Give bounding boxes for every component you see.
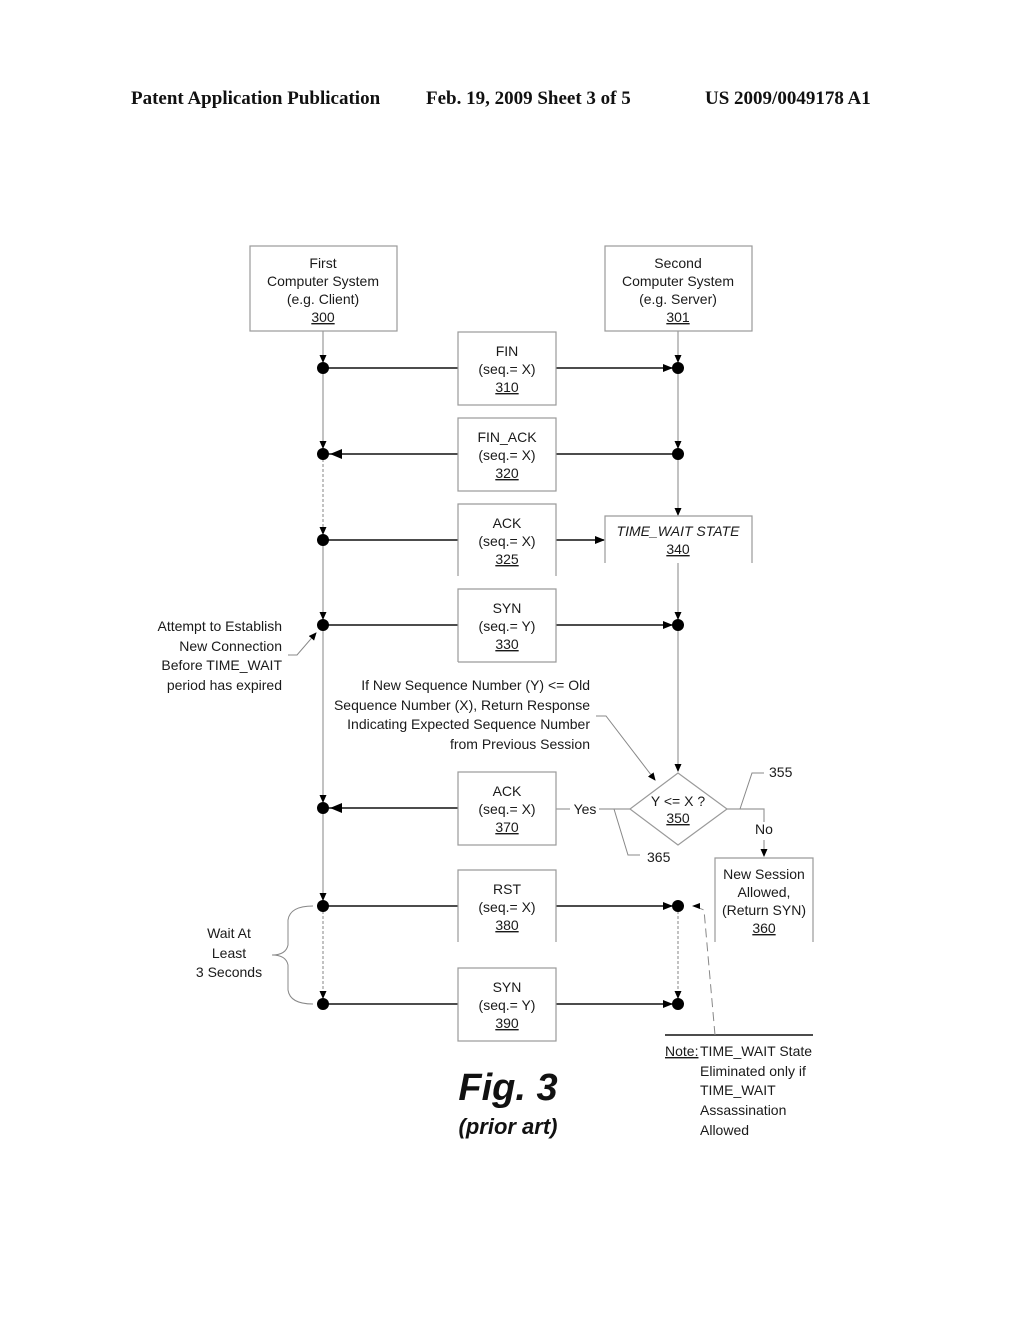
ack-seq: (seq.= X) — [478, 533, 535, 549]
figure-title: Fig. 3 — [458, 1067, 557, 1109]
decision-diamond-350: Y <= X ? 350 — [629, 772, 729, 846]
condition-line-3: Indicating Expected Sequence Number — [347, 716, 590, 732]
ack2-ref: 370 — [495, 819, 519, 835]
sequence-diagram: First Computer System (e.g. Client) 300 … — [157, 245, 814, 1139]
message-ack-370: ACK (seq.= X) 370 — [329, 771, 557, 846]
new-session-line-3: (Return SYN) — [722, 902, 806, 918]
condition-line-4: from Previous Session — [450, 736, 590, 752]
message-syn-390: SYN (seq.= Y) 390 — [323, 967, 673, 1042]
ack-label: ACK — [493, 515, 522, 531]
note-line-1: TIME_WAIT State — [700, 1043, 812, 1059]
client-node — [317, 448, 329, 460]
note-line-5: Allowed — [700, 1122, 749, 1138]
server-node — [672, 900, 684, 912]
message-rst-380: RST (seq.= X) 380 — [323, 869, 673, 942]
rst-seq: (seq.= X) — [478, 899, 535, 915]
yes-label: Yes — [574, 801, 597, 817]
attempt-line-3: Before TIME_WAIT — [161, 657, 282, 673]
condition-line-2: Sequence Number (X), Return Response — [334, 697, 590, 713]
rst-ref: 380 — [495, 917, 519, 933]
client-line-1: First — [309, 255, 336, 271]
ack2-label: ACK — [493, 783, 522, 799]
server-system-box: Second Computer System (e.g. Server) 301 — [604, 245, 753, 332]
new-session-ref: 360 — [752, 920, 776, 936]
server-ref: 301 — [666, 309, 690, 325]
time-wait-label: TIME_WAIT STATE — [617, 523, 741, 539]
client-line-2: Computer System — [267, 273, 379, 289]
note-line-3: TIME_WAIT — [700, 1082, 776, 1098]
server-line-3: (e.g. Server) — [639, 291, 717, 307]
fin-label: FIN — [496, 343, 519, 359]
server-line-1: Second — [654, 255, 701, 271]
time-wait-ref: 340 — [666, 541, 690, 557]
attempt-annotation: Attempt to Establish New Connection Befo… — [157, 618, 317, 693]
syn2-ref: 390 — [495, 1015, 519, 1031]
note-line-4: Assassination — [700, 1102, 786, 1118]
ref-365: 365 — [647, 849, 671, 865]
syn2-seq: (seq.= Y) — [479, 997, 536, 1013]
new-session-line-1: New Session — [723, 866, 805, 882]
syn2-label: SYN — [493, 979, 522, 995]
syn-label: SYN — [493, 600, 522, 616]
attempt-line-4: period has expired — [167, 677, 282, 693]
syn-seq: (seq.= Y) — [479, 618, 536, 634]
client-line-3: (e.g. Client) — [287, 291, 359, 307]
server-node — [672, 362, 684, 374]
rst-label: RST — [493, 881, 521, 897]
no-path: No 355 — [727, 764, 793, 857]
ack-ref: 325 — [495, 551, 519, 567]
server-node — [672, 998, 684, 1010]
message-fin-ack-320: FIN_ACK (seq.= X) 320 — [320, 417, 678, 492]
wait-line-2: Least — [212, 945, 246, 961]
client-node — [317, 998, 329, 1010]
note-line-2: Eliminated only if — [700, 1063, 806, 1079]
attempt-line-2: New Connection — [179, 638, 282, 654]
message-ack-325: ACK (seq.= X) 325 — [323, 503, 605, 576]
syn-ref: 330 — [495, 636, 519, 652]
server-node — [672, 619, 684, 631]
wait-annotation: Wait At Least 3 Seconds — [196, 905, 314, 1005]
fin-ack-ref: 320 — [495, 465, 519, 481]
wait-line-3: 3 Seconds — [196, 964, 262, 980]
brace-icon — [271, 905, 314, 1005]
condition-annotation: If New Sequence Number (Y) <= Old Sequen… — [334, 677, 656, 781]
new-session-line-2: Allowed, — [738, 884, 791, 900]
time-wait-state-box: TIME_WAIT STATE 340 — [604, 515, 753, 563]
no-label: No — [755, 821, 773, 837]
decision-ref: 350 — [666, 810, 690, 826]
server-line-2: Computer System — [622, 273, 734, 289]
client-node — [317, 900, 329, 912]
client-node — [317, 802, 329, 814]
message-syn-330: SYN (seq.= Y) 330 — [323, 588, 673, 663]
new-session-box-360: New Session Allowed, (Return SYN) 360 — [714, 857, 814, 942]
client-system-box: First Computer System (e.g. Client) 300 — [249, 245, 398, 332]
attempt-line-1: Attempt to Establish — [157, 618, 282, 634]
wait-line-1: Wait At — [207, 925, 251, 941]
ack2-seq: (seq.= X) — [478, 801, 535, 817]
fin-ack-seq: (seq.= X) — [478, 447, 535, 463]
server-node — [672, 448, 684, 460]
decision-label: Y <= X ? — [651, 793, 705, 809]
fin-ack-label: FIN_ACK — [477, 429, 537, 445]
message-fin-310: FIN (seq.= X) 310 — [323, 331, 673, 406]
note-label: Note: — [665, 1043, 698, 1059]
ref-355: 355 — [769, 764, 793, 780]
client-node — [317, 362, 329, 374]
client-ref: 300 — [311, 309, 335, 325]
client-node — [317, 534, 329, 546]
fin-ref: 310 — [495, 379, 519, 395]
fin-seq: (seq.= X) — [478, 361, 535, 377]
condition-line-1: If New Sequence Number (Y) <= Old — [361, 677, 590, 693]
figure-subtitle: (prior art) — [459, 1114, 558, 1139]
client-node — [317, 619, 329, 631]
